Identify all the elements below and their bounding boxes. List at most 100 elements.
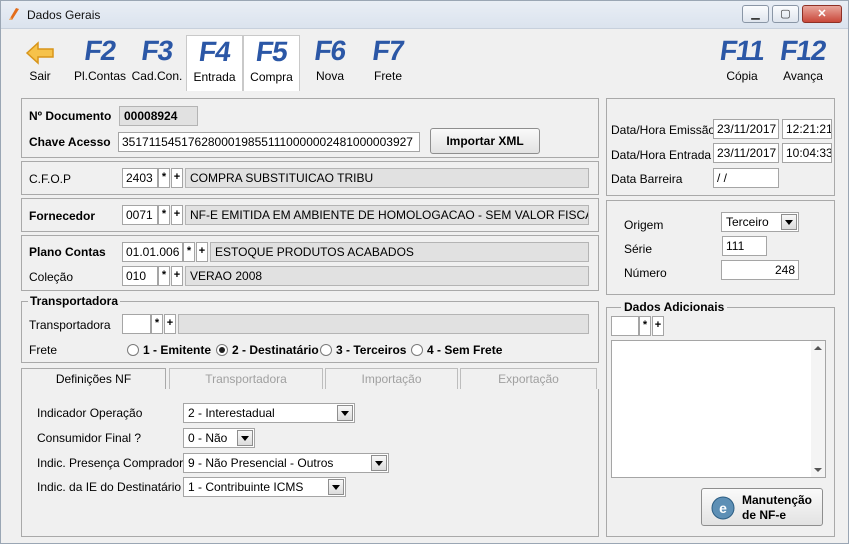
tab-exportacao[interactable]: Exportação <box>460 368 597 389</box>
chevron-down-icon[interactable] <box>328 479 344 495</box>
plano-add-button[interactable]: + <box>196 242 208 262</box>
colecao-search-button[interactable]: * <box>158 266 170 286</box>
sair-button[interactable]: Sair <box>19 35 61 91</box>
frete-option-4-label[interactable]: 4 - Sem Frete <box>427 343 502 357</box>
colecao-description: VERAO 2008 <box>185 266 589 286</box>
frete-radio-2[interactable] <box>216 344 228 356</box>
fornecedor-label: Fornecedor <box>29 209 96 223</box>
f2-label: Pl.Contas <box>73 69 127 83</box>
numero-input[interactable]: 248 <box>721 260 799 280</box>
origem-select[interactable]: Terceiro <box>721 212 799 232</box>
plano-label: Plano Contas <box>29 245 106 259</box>
presenca-select[interactable]: 9 - Não Presencial - Outros <box>183 453 389 473</box>
consumidor-value: 0 - Não <box>188 431 228 445</box>
plano-code-input[interactable]: 01.01.006 <box>122 242 183 262</box>
chave-label: Chave Acesso <box>29 135 111 149</box>
serie-input[interactable]: 111 <box>722 236 767 256</box>
cfop-description: COMPRA SUBSTITUICAO TRIBU <box>185 168 589 188</box>
emissao-label: Data/Hora Emissão <box>611 123 716 137</box>
f2-button[interactable]: F2 Pl.Contas <box>71 35 129 91</box>
colecao-label: Coleção <box>29 270 74 284</box>
cfop-add-button[interactable]: + <box>171 168 183 188</box>
f7-button[interactable]: F7 Frete <box>361 35 415 91</box>
frete-radio-3[interactable] <box>320 344 332 356</box>
barreira-label: Data Barreira <box>611 172 683 186</box>
barreira-input[interactable]: / / <box>713 168 779 188</box>
entrada-date-input[interactable]: 23/11/2017 <box>713 143 779 163</box>
f4-button[interactable]: F4 Entrada <box>186 35 243 91</box>
manutencao-line1: Manutenção <box>742 493 813 507</box>
indicador-value: 2 - Interestadual <box>188 406 275 420</box>
indicador-select[interactable]: 2 - Interestadual <box>183 403 355 423</box>
entrada-time-input[interactable]: 10:04:33 <box>782 143 832 163</box>
chevron-down-icon[interactable] <box>371 455 387 471</box>
fornecedor-code-input[interactable]: 0071 <box>122 205 158 225</box>
frete-option-3-label[interactable]: 3 - Terceiros <box>336 343 406 357</box>
cfop-label: C.F.O.P <box>29 172 72 186</box>
plano-description: ESTOQUE PRODUTOS ACABADOS <box>210 242 589 262</box>
emissao-date-input[interactable]: 23/11/2017 <box>713 119 779 139</box>
minimize-button[interactable]: ▁ <box>742 5 769 23</box>
f6-button[interactable]: F6 Nova <box>303 35 357 91</box>
plano-search-button[interactable]: * <box>183 242 195 262</box>
transportadora-search-button[interactable]: * <box>151 314 163 334</box>
fornecedor-search-button[interactable]: * <box>158 205 170 225</box>
adicionais-search-button[interactable]: * <box>639 316 651 336</box>
ie-select[interactable]: 1 - Contribuinte ICMS <box>183 477 346 497</box>
documento-panel: Nº Documento 00008924 Chave Acesso 35171… <box>21 98 599 158</box>
chevron-down-icon[interactable] <box>337 405 353 421</box>
f12-button[interactable]: F12 Avança <box>775 35 831 91</box>
frete-option-2-label[interactable]: 2 - Destinatário <box>232 343 319 357</box>
scroll-down-icon[interactable] <box>814 468 822 472</box>
tab-definicoes-nf[interactable]: Definições NF <box>21 368 166 390</box>
adicionais-panel: Dados Adicionais * + e Manutenção de NF-… <box>606 300 835 537</box>
consumidor-label: Consumidor Final ? <box>37 431 142 445</box>
adicionais-scrollbar[interactable] <box>811 341 825 477</box>
adicionais-textarea[interactable] <box>611 340 826 478</box>
colecao-add-button[interactable]: + <box>171 266 183 286</box>
consumidor-select[interactable]: 0 - Não <box>183 428 255 448</box>
transportadora-add-button[interactable]: + <box>164 314 176 334</box>
f5-button[interactable]: F5 Compra <box>243 35 300 91</box>
window-title: Dados Gerais <box>27 8 101 22</box>
sair-label: Sair <box>29 69 51 83</box>
transportadora-code-input[interactable] <box>122 314 151 334</box>
adicionais-add-button[interactable]: + <box>652 316 664 336</box>
f3-button[interactable]: F3 Cad.Con. <box>129 35 185 91</box>
presenca-label: Indic. Presença Comprador <box>37 456 184 470</box>
documento-label: Nº Documento <box>29 109 112 123</box>
chave-input[interactable]: 3517115451762800019855111000000248100000… <box>118 132 420 152</box>
cfop-panel: C.F.O.P 2403 * + COMPRA SUBSTITUICAO TRI… <box>21 161 599 195</box>
title-bar: Dados Gerais ▁ ▢ ✕ <box>1 1 848 29</box>
frete-option-1-label[interactable]: 1 - Emitente <box>143 343 211 357</box>
f6-label: Nova <box>315 69 344 83</box>
close-button[interactable]: ✕ <box>802 5 842 23</box>
f11-button[interactable]: F11 Cópia <box>718 35 767 91</box>
chevron-down-icon[interactable] <box>237 430 253 446</box>
back-arrow-icon <box>25 41 54 65</box>
scroll-up-icon[interactable] <box>814 346 822 350</box>
f3-label: Cad.Con. <box>131 69 183 83</box>
tab-importacao[interactable]: Importação <box>325 368 458 389</box>
f11-key: F11 <box>718 35 767 66</box>
maximize-button[interactable]: ▢ <box>772 5 799 23</box>
emissao-time-input[interactable]: 12:21:21 <box>782 119 832 139</box>
serie-label: Série <box>624 242 653 256</box>
importar-xml-button[interactable]: Importar XML <box>430 128 540 154</box>
colecao-code-input[interactable]: 010 <box>122 266 158 286</box>
chevron-down-icon[interactable] <box>781 214 797 230</box>
manutencao-nfe-button[interactable]: e Manutenção de NF-e <box>701 488 823 526</box>
fornecedor-panel: Fornecedor 0071 * + NF-E EMITIDA EM AMBI… <box>21 198 599 232</box>
cfop-code-input[interactable]: 2403 <box>122 168 158 188</box>
adicionais-code-input[interactable] <box>611 316 639 336</box>
fornecedor-add-button[interactable]: + <box>171 205 183 225</box>
cfop-search-button[interactable]: * <box>158 168 170 188</box>
manutencao-line2: de NF-e <box>742 508 787 522</box>
origem-value: Terceiro <box>726 215 769 229</box>
f5-label: Compra <box>250 70 293 84</box>
tab-transportadora[interactable]: Transportadora <box>169 368 323 389</box>
fornecedor-description: NF-E EMITIDA EM AMBIENTE DE HOMOLOGACAO … <box>185 205 589 225</box>
frete-radio-4[interactable] <box>411 344 423 356</box>
frete-radio-1[interactable] <box>127 344 139 356</box>
documento-value: 00008924 <box>119 106 198 126</box>
